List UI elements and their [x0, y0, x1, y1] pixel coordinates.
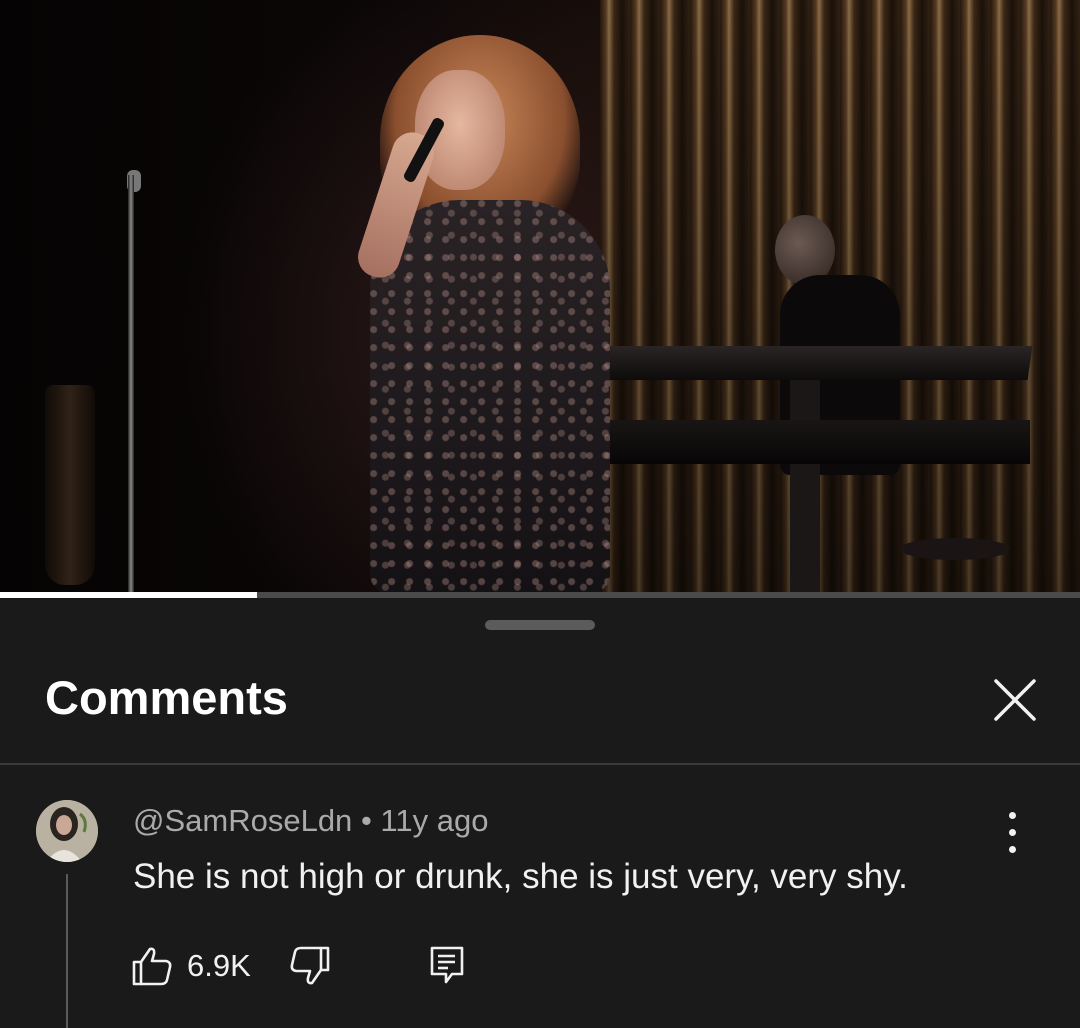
comment-text: She is not high or drunk, she is just ve… — [133, 857, 908, 896]
avatar-image — [36, 800, 98, 862]
drag-handle[interactable] — [485, 620, 595, 630]
keyboard-stand — [790, 380, 820, 594]
stool — [900, 538, 1010, 560]
like-count: 6.9K — [187, 948, 251, 983]
comment-time: 11y ago — [380, 803, 489, 838]
meta-separator: • — [360, 803, 372, 838]
keyboard-upper — [587, 346, 1033, 380]
close-button[interactable] — [985, 670, 1045, 730]
more-options-button[interactable] — [998, 810, 1028, 856]
comment-author[interactable]: @SamRoseLdn — [133, 803, 352, 838]
avatar[interactable] — [36, 800, 98, 862]
like-button[interactable] — [130, 944, 174, 988]
keyboard-lower — [600, 420, 1030, 464]
thumbs-up-icon — [132, 947, 172, 986]
reply-icon — [430, 946, 464, 984]
comments-sheet: Comments @SamRoseLdn • 11y ago She is no… — [0, 598, 1080, 1028]
close-icon — [994, 679, 1036, 721]
more-vert-icon-dot — [1009, 812, 1016, 819]
comments-title: Comments — [45, 671, 288, 724]
reply-button[interactable] — [426, 944, 470, 988]
singer — [330, 30, 650, 594]
more-vert-icon-dot — [1009, 829, 1016, 836]
thread-line — [66, 874, 68, 1028]
guitar — [45, 385, 95, 585]
thumbs-down-icon — [290, 946, 330, 985]
comment-meta: @SamRoseLdn • 11y ago — [133, 802, 488, 840]
more-vert-icon-dot — [1009, 846, 1016, 853]
singer-dress — [370, 200, 610, 594]
dislike-button[interactable] — [288, 944, 332, 988]
header-divider — [0, 763, 1080, 765]
video-player[interactable] — [0, 0, 1080, 594]
mic-stand — [128, 175, 134, 594]
